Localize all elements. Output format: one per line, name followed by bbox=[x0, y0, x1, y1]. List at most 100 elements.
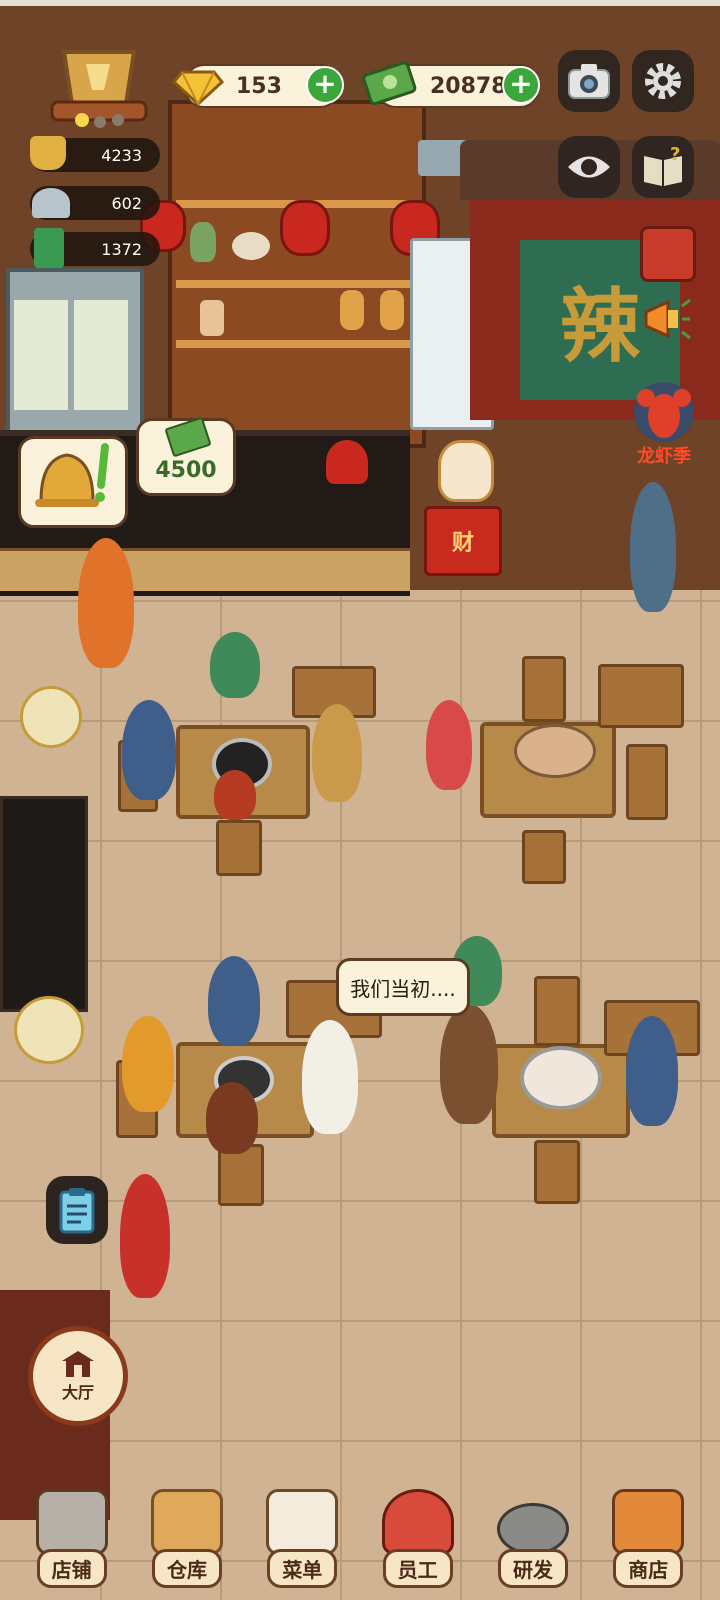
shop-icon bbox=[612, 1489, 685, 1555]
customer[interactable] bbox=[206, 1082, 258, 1154]
status-bar bbox=[0, 0, 720, 6]
add-gems-button[interactable]: + bbox=[306, 66, 344, 104]
service-bell-bubble[interactable] bbox=[18, 436, 128, 528]
bell-icon bbox=[35, 443, 109, 507]
cash-box-label: 财 bbox=[451, 531, 474, 556]
chair bbox=[598, 664, 684, 728]
nav-menu[interactable]: 菜单 bbox=[254, 1476, 350, 1588]
wok-icon bbox=[496, 1503, 569, 1555]
customer[interactable] bbox=[426, 700, 472, 790]
guide-book-icon: ? bbox=[644, 146, 682, 186]
waiter[interactable] bbox=[630, 482, 676, 612]
chair bbox=[522, 830, 566, 884]
staff-avatar-icon bbox=[381, 1489, 454, 1555]
lobster-icon bbox=[634, 382, 694, 442]
cash-value: 20878 bbox=[430, 73, 507, 99]
nav-label: 菜单 bbox=[267, 1549, 338, 1588]
nav-label: 研发 bbox=[497, 1549, 568, 1588]
boxes-icon bbox=[150, 1489, 223, 1555]
sign-text: 辣 bbox=[560, 279, 640, 373]
nav-label: 仓库 bbox=[151, 1549, 222, 1588]
nav-store-shop[interactable]: 店铺 bbox=[24, 1476, 120, 1588]
customer[interactable] bbox=[312, 704, 362, 802]
hall-button[interactable]: 大厅 bbox=[28, 1326, 128, 1426]
lobster-event-button[interactable]: 龙虾季 bbox=[624, 380, 704, 472]
camera-icon bbox=[568, 64, 610, 99]
event-label: 龙虾季 bbox=[637, 446, 691, 467]
fridge-glass bbox=[74, 300, 128, 410]
customer[interactable] bbox=[122, 700, 176, 800]
gear-icon bbox=[645, 63, 681, 99]
jar bbox=[200, 300, 224, 336]
counter-lamp bbox=[326, 440, 368, 484]
shelf-board bbox=[176, 340, 410, 348]
clipboard-button[interactable] bbox=[46, 1176, 108, 1244]
recipe-book-icon[interactable] bbox=[640, 226, 696, 282]
camera-button[interactable] bbox=[558, 50, 620, 112]
decor-jar bbox=[20, 686, 82, 748]
fridge-glass bbox=[14, 300, 68, 410]
clipboard-icon bbox=[59, 1188, 95, 1234]
speech-text: 我们当初.... bbox=[350, 976, 456, 1001]
red-lantern bbox=[280, 200, 330, 256]
customer-speech-bubble: 我们当初.... bbox=[336, 958, 470, 1016]
settings-button[interactable] bbox=[632, 50, 694, 112]
eye-icon bbox=[568, 156, 610, 178]
chair bbox=[216, 820, 262, 876]
mascot-staff[interactable] bbox=[78, 538, 134, 668]
view-button[interactable] bbox=[558, 136, 620, 198]
cash-icon bbox=[362, 54, 418, 112]
stat-value: 602 bbox=[111, 193, 142, 213]
nav-label: 店铺 bbox=[36, 1549, 107, 1588]
stat-value: 1372 bbox=[101, 239, 142, 259]
customer[interactable] bbox=[626, 1016, 678, 1126]
nav-research[interactable]: 研发 bbox=[485, 1476, 581, 1588]
customer[interactable] bbox=[210, 632, 260, 698]
gem-icon bbox=[171, 56, 225, 112]
nav-shop[interactable]: 商店 bbox=[600, 1476, 696, 1588]
storefront-icon bbox=[35, 1489, 108, 1555]
vase bbox=[190, 222, 216, 262]
vase bbox=[232, 232, 270, 260]
hall-icon bbox=[62, 1351, 94, 1377]
nav-warehouse[interactable]: 仓库 bbox=[139, 1476, 235, 1588]
cash-box[interactable]: 财 bbox=[424, 506, 502, 576]
customer[interactable] bbox=[208, 956, 260, 1046]
lucky-cat bbox=[438, 440, 494, 502]
nav-label: 员工 bbox=[382, 1549, 453, 1588]
customer[interactable] bbox=[302, 1020, 358, 1134]
add-cash-button[interactable]: + bbox=[502, 66, 540, 104]
chair bbox=[534, 976, 580, 1046]
menu-card-icon bbox=[34, 228, 64, 268]
pot-icon bbox=[30, 136, 66, 170]
jar bbox=[340, 290, 364, 330]
hotpot-dish bbox=[520, 1046, 602, 1110]
guide-button[interactable]: ? bbox=[632, 136, 694, 198]
chair bbox=[522, 656, 566, 722]
seafood-dish bbox=[514, 724, 596, 778]
chair bbox=[534, 1140, 580, 1204]
counter-trim bbox=[0, 548, 410, 591]
trophy-icon[interactable] bbox=[46, 42, 152, 128]
stat-value: 4233 bbox=[101, 145, 142, 165]
customer[interactable] bbox=[122, 1016, 174, 1112]
gems-value: 153 bbox=[236, 73, 282, 99]
nav-staff[interactable]: 员工 bbox=[370, 1476, 466, 1588]
customer[interactable] bbox=[214, 770, 256, 820]
shelf-board bbox=[176, 280, 410, 288]
decor-jar bbox=[14, 996, 84, 1064]
waitress[interactable] bbox=[120, 1174, 170, 1298]
megaphone-icon[interactable] bbox=[640, 296, 692, 342]
svg-text:?: ? bbox=[670, 146, 680, 165]
order-amount: 4500 bbox=[155, 458, 217, 483]
hall-label: 大厅 bbox=[61, 1383, 94, 1402]
chair bbox=[626, 744, 668, 820]
cloche-icon bbox=[32, 188, 70, 218]
customer[interactable] bbox=[440, 1004, 498, 1124]
checklist-icon bbox=[266, 1489, 339, 1555]
display-shelf bbox=[168, 100, 426, 448]
bottom-nav: 店铺 仓库 菜单 员工 研发 商店 bbox=[0, 1456, 720, 1600]
jar bbox=[380, 290, 404, 330]
nav-label: 商店 bbox=[613, 1549, 684, 1588]
sauce-cabinet bbox=[0, 796, 88, 1012]
